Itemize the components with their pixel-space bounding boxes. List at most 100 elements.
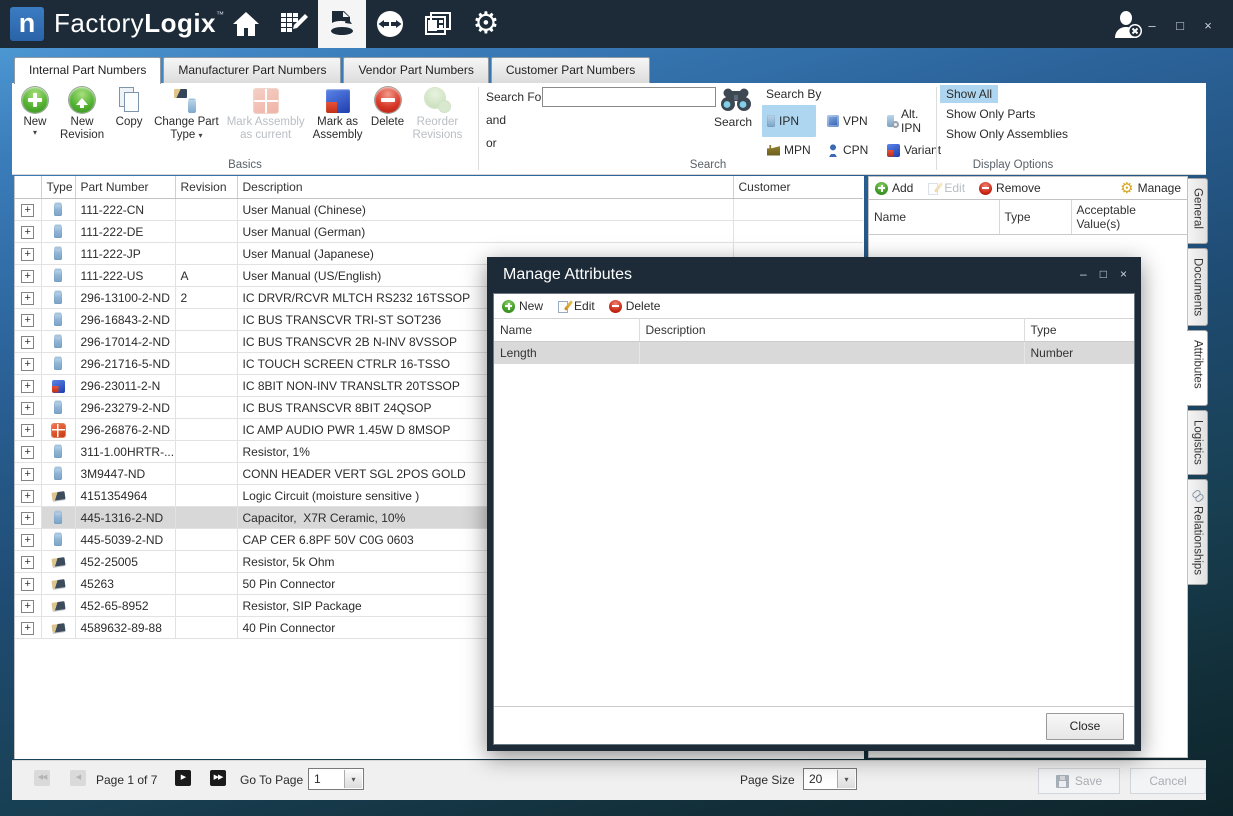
tab-manufacturer-part-numbers[interactable]: Manufacturer Part Numbers (163, 57, 341, 83)
tab-general[interactable]: General (1188, 178, 1208, 244)
dialog-delete-button[interactable]: Delete (609, 299, 661, 313)
tab-documents[interactable]: Documents (1188, 248, 1208, 326)
dialog-close-button[interactable]: Close (1046, 713, 1124, 740)
change-part-type-button[interactable]: Change Part Type ▾ (154, 87, 219, 142)
row-expander[interactable]: + (21, 578, 34, 591)
next-page-button[interactable]: ▶ (175, 770, 191, 786)
row-expander[interactable]: + (21, 380, 34, 393)
row-expander[interactable]: + (21, 534, 34, 547)
row-expander[interactable]: + (21, 424, 34, 437)
customer-column-header[interactable]: Customer (733, 176, 863, 199)
minimize-button[interactable]: – (1145, 18, 1159, 33)
attribute-add-button[interactable]: Add (875, 181, 913, 195)
row-expander[interactable]: + (21, 556, 34, 569)
close-button[interactable]: × (1201, 18, 1215, 33)
table-row[interactable]: + 111-222-CN User Manual (Chinese) (15, 199, 863, 221)
new-revision-button[interactable]: New Revision (60, 87, 104, 142)
search-by-vpn[interactable]: VPN (822, 105, 876, 137)
dlg-name-column-header[interactable]: Name (494, 319, 639, 342)
search-by-ipn[interactable]: IPN (762, 105, 816, 137)
save-button[interactable]: Save (1038, 768, 1120, 794)
attributes-header-row: Name Type Acceptable Value(s) (869, 200, 1187, 235)
settings-gear-icon[interactable]: ⚙ (462, 0, 510, 48)
reports-icon[interactable] (414, 0, 462, 48)
row-expander[interactable]: + (21, 314, 34, 327)
search-by-cpn[interactable]: CPN (822, 141, 876, 159)
planning-grid-icon[interactable] (270, 0, 318, 48)
search-button[interactable] (720, 85, 752, 111)
dlg-description-column-header[interactable]: Description (639, 319, 1024, 342)
type-column-header[interactable]: Type (41, 176, 75, 199)
logout-user-icon[interactable] (1113, 10, 1145, 45)
row-expander[interactable]: + (21, 622, 34, 635)
show-only-parts-option[interactable]: Show Only Parts (940, 105, 1041, 123)
mark-as-assembly-button[interactable]: Mark as Assembly (313, 87, 363, 142)
production-sync-icon[interactable] (366, 0, 414, 48)
revision-column-header[interactable]: Revision (175, 176, 237, 199)
row-expander[interactable]: + (21, 248, 34, 261)
attr-acceptable-column-header[interactable]: Acceptable Value(s) (1071, 200, 1187, 235)
dialog-maximize-button[interactable]: □ (1100, 267, 1107, 281)
search-by-mpn[interactable]: MPN (762, 141, 816, 159)
delete-button[interactable]: Delete (371, 87, 405, 129)
row-expander[interactable]: + (21, 446, 34, 459)
page-size-select[interactable]: 20 ▾ (803, 768, 857, 790)
tab-logistics[interactable]: Logistics (1188, 410, 1208, 475)
show-all-option[interactable]: Show All (940, 85, 998, 103)
copy-button[interactable]: Copy (112, 87, 146, 129)
cancel-button[interactable]: Cancel (1130, 768, 1206, 794)
tab-vendor-part-numbers[interactable]: Vendor Part Numbers (343, 57, 488, 83)
row-expander[interactable]: + (21, 490, 34, 503)
last-page-button[interactable]: ▶▶ (210, 770, 226, 786)
new-button[interactable]: New ▾ (18, 87, 52, 137)
dialog-minimize-button[interactable]: – (1080, 267, 1087, 281)
search-for-input[interactable] (542, 87, 716, 107)
chevron-down-icon: ▾ (837, 770, 855, 788)
row-expander[interactable]: + (21, 204, 34, 217)
description-column-header[interactable]: Description (237, 176, 733, 199)
dialog-edit-button[interactable]: Edit (557, 299, 595, 313)
dialog-new-button[interactable]: New (502, 299, 543, 313)
attribute-row[interactable]: Length Number (494, 342, 1134, 365)
attribute-edit-button[interactable]: Edit (927, 181, 965, 195)
part-number-column-header[interactable]: Part Number (75, 176, 175, 199)
mark-assembly-as-current-button[interactable]: Mark Assembly as current (227, 87, 305, 142)
attr-name-column-header[interactable]: Name (869, 200, 999, 235)
tab-attributes[interactable]: Attributes (1187, 330, 1208, 406)
parts-library-icon[interactable] (318, 0, 366, 48)
chevron-down-icon: ▾ (344, 770, 362, 788)
part-type-icon (51, 491, 65, 501)
home-icon[interactable] (222, 0, 270, 48)
go-to-page-select[interactable]: 1 ▾ (308, 768, 364, 790)
row-expander[interactable]: + (21, 468, 34, 481)
dlg-type-column-header[interactable]: Type (1024, 319, 1134, 342)
reorder-revisions-button[interactable]: Reorder Revisions (413, 87, 463, 142)
attribute-manage-button[interactable]: ⚙ Manage (1120, 181, 1181, 195)
part-number-cell: 296-26876-2-ND (75, 419, 175, 441)
row-expander[interactable]: + (21, 358, 34, 371)
attr-type-column-header[interactable]: Type (999, 200, 1071, 235)
tab-internal-part-numbers[interactable]: Internal Part Numbers (14, 57, 161, 84)
show-only-assemblies-option[interactable]: Show Only Assemblies (940, 125, 1074, 143)
row-expander[interactable]: + (21, 600, 34, 613)
row-expander[interactable]: + (21, 226, 34, 239)
revision-cell (175, 485, 237, 507)
first-page-button[interactable]: ◀◀ (34, 770, 50, 786)
table-row[interactable]: + 111-222-DE User Manual (German) (15, 221, 863, 243)
part-number-tabs: Internal Part Numbers Manufacturer Part … (14, 57, 652, 83)
group-label-search: Search (480, 159, 936, 171)
maximize-button[interactable]: □ (1173, 18, 1187, 33)
row-expander[interactable]: + (21, 292, 34, 305)
row-expander[interactable]: + (21, 336, 34, 349)
revision-cell (175, 507, 237, 529)
dialog-close-icon[interactable]: × (1120, 267, 1127, 281)
row-expander[interactable]: + (21, 270, 34, 283)
row-expander[interactable]: + (21, 512, 34, 525)
tab-relationships[interactable]: Relationships (1188, 479, 1208, 585)
delete-icon (375, 87, 401, 113)
attribute-remove-button[interactable]: Remove (979, 181, 1041, 195)
previous-page-button[interactable]: ◀ (70, 770, 86, 786)
row-expander[interactable]: + (21, 402, 34, 415)
add-icon (875, 182, 888, 195)
tab-customer-part-numbers[interactable]: Customer Part Numbers (491, 57, 650, 83)
